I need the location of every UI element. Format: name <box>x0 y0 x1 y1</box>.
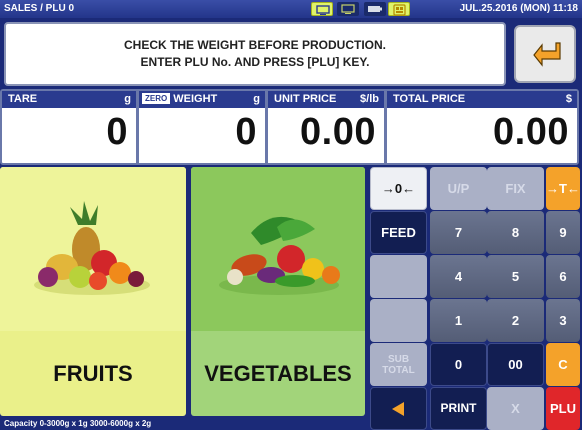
unit-price-unit: $/lb <box>360 93 379 105</box>
tare-key[interactable]: →T← <box>546 167 580 210</box>
battery-icon <box>364 2 386 16</box>
feed-key[interactable]: FEED <box>370 211 427 254</box>
total-price-display: TOTAL PRICE $ 0.00 <box>385 89 579 165</box>
total-price-value: 0.00 <box>493 111 569 153</box>
key-6[interactable]: 6 <box>546 255 580 298</box>
monitor-icon <box>337 2 359 16</box>
tare-unit: g <box>124 93 131 105</box>
left-arrow-icon <box>391 401 404 416</box>
zero-key[interactable]: →0← <box>370 167 427 210</box>
weight-value: 0 <box>235 111 257 153</box>
weight-unit: g <box>253 93 260 105</box>
total-price-label: TOTAL PRICE <box>393 93 466 105</box>
tare-value: 0 <box>106 111 128 153</box>
fruits-image <box>0 167 186 331</box>
return-arrow-icon <box>533 42 561 67</box>
tare-label: TARE <box>8 93 38 105</box>
total-price-unit: $ <box>565 93 572 105</box>
zero-badge: ZERO <box>142 93 171 104</box>
x-key: X <box>487 387 544 430</box>
key-1[interactable]: 1 <box>430 299 487 342</box>
tare-display: TARE g 0 <box>0 89 138 165</box>
key-00[interactable]: 00 <box>487 343 544 386</box>
key-7[interactable]: 7 <box>430 211 487 254</box>
vegetables-category-button[interactable]: VEGETABLES <box>191 167 365 416</box>
weight-label: WEIGHT <box>173 93 218 105</box>
print-key[interactable]: PRINT <box>430 387 487 430</box>
display-mode-icon <box>311 2 333 16</box>
back-key[interactable] <box>370 387 427 430</box>
key-9[interactable]: 9 <box>546 211 580 254</box>
status-bar: SALES / PLU 0 JUL.25.2016 (MON) 11:18 <box>0 0 582 18</box>
key-5[interactable]: 5 <box>487 255 544 298</box>
keypad-icon <box>388 2 410 16</box>
fix-key: FIX <box>487 167 544 210</box>
clear-key[interactable]: C <box>546 343 580 386</box>
return-button[interactable] <box>514 25 576 83</box>
plu-key[interactable]: PLU <box>546 387 580 430</box>
key-0[interactable]: 0 <box>430 343 487 386</box>
sub-total-key: SUB TOTAL <box>370 343 427 386</box>
fruits-label: FRUITS <box>53 361 133 386</box>
message-line-2: ENTER PLU No. AND PRESS [PLU] KEY. <box>140 55 370 69</box>
unit-price-value: 0.00 <box>300 111 376 153</box>
fruits-category-button[interactable]: FRUITS <box>0 167 186 416</box>
mode-label: SALES / PLU 0 <box>4 3 75 14</box>
weight-display: ZERO WEIGHT g 0 <box>137 89 267 165</box>
date-time: JUL.25.2016 (MON) 11:18 <box>459 3 578 14</box>
capacity-text: Capacity 0-3000g x 1g 3000-6000g x 2g <box>4 419 152 428</box>
instruction-message: CHECK THE WEIGHT BEFORE PRODUCTION. ENTE… <box>4 22 506 86</box>
key-8[interactable]: 8 <box>487 211 544 254</box>
unit-price-label: UNIT PRICE <box>274 93 337 105</box>
key-4[interactable]: 4 <box>430 255 487 298</box>
blank-key-1 <box>370 255 427 298</box>
message-line-1: CHECK THE WEIGHT BEFORE PRODUCTION. <box>123 38 386 52</box>
blank-key-2 <box>370 299 427 342</box>
vegetables-image <box>191 167 365 331</box>
key-3[interactable]: 3 <box>546 299 580 342</box>
key-2[interactable]: 2 <box>487 299 544 342</box>
unit-price-key: U/P <box>430 167 487 210</box>
unit-price-display: UNIT PRICE $/lb 0.00 <box>266 89 386 165</box>
vegetables-label: VEGETABLES <box>204 361 352 386</box>
